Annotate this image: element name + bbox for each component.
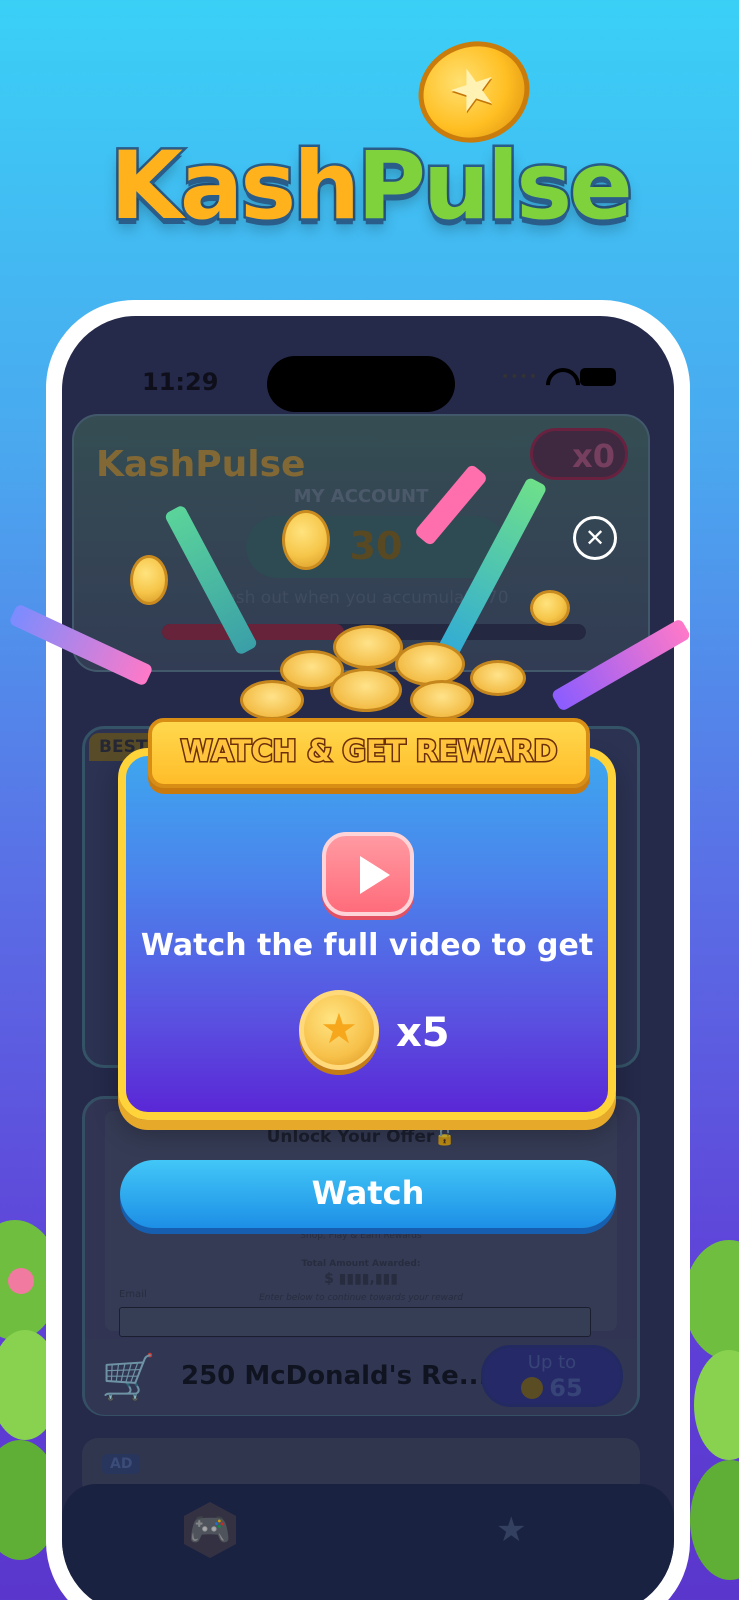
- battery-icon: [580, 368, 616, 386]
- close-button[interactable]: ✕: [573, 516, 617, 560]
- reward-coin-icon: ★: [299, 990, 379, 1070]
- reward-multiplier: x5: [396, 1010, 450, 1056]
- wifi-icon: [546, 368, 572, 386]
- signal-icon: ••••: [500, 369, 538, 385]
- status-icons: ••••: [501, 368, 616, 386]
- dynamic-island: [267, 356, 455, 412]
- reward-message: Watch the full video to get: [140, 928, 594, 963]
- reward-banner-title: WATCH & GET REWARD: [179, 733, 559, 770]
- app-logo: KashPulse: [0, 27, 739, 260]
- logo-kash: Kash: [107, 132, 362, 241]
- logo-text: KashPulse: [107, 137, 635, 236]
- reward-banner: WATCH & GET REWARD: [148, 718, 590, 788]
- logo-pulse: Pulse: [355, 132, 636, 241]
- watch-button[interactable]: Watch: [120, 1160, 616, 1228]
- play-icon: [322, 832, 414, 916]
- status-time: 11:29: [142, 368, 219, 396]
